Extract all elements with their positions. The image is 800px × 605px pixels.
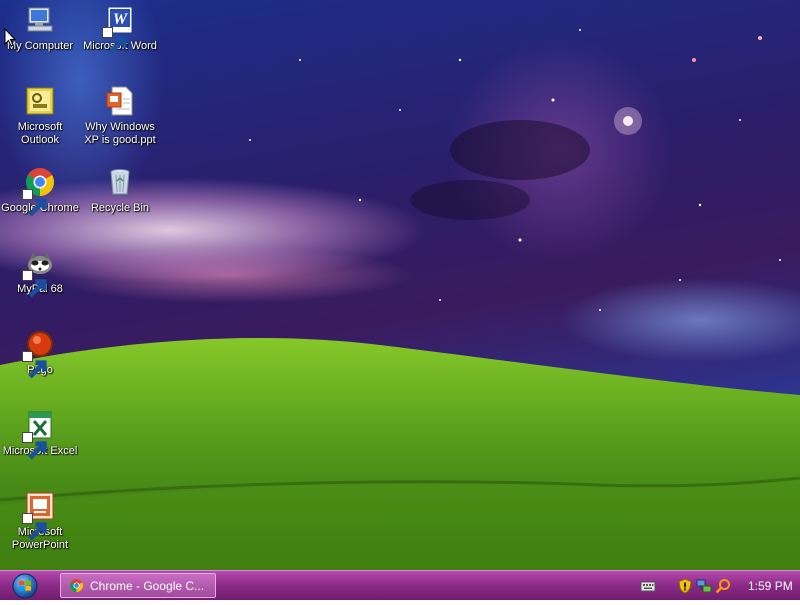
desktop-icon-ppt-file[interactable]: Why Windows XP is good.ppt [80,85,160,147]
desktop-icon-mypal[interactable]: MyPal 68 [0,247,80,298]
ppt-file-icon [104,85,136,117]
windows-orb-icon [12,573,38,599]
start-button[interactable] [6,572,44,600]
shortcut-arrow-icon [22,270,47,298]
my-computer-icon [24,4,56,36]
pego-icon [22,328,56,379]
taskbar-button-chrome[interactable]: Chrome - Google C... [60,573,216,598]
excel-icon [22,409,56,460]
desktop-icon-word[interactable]: W Microsoft Word [80,4,160,55]
taskbar: Chrome - Google C... 1:59 PM [0,570,800,600]
word-icon: W [102,4,136,55]
desktop-icon-pego[interactable]: Pego [0,328,80,379]
desktop-icon-recycle-bin[interactable]: Recycle Bin [80,166,160,215]
powerpoint-icon [22,490,56,541]
desktop-icon-chrome[interactable]: Google Chrome [0,166,80,217]
shortcut-arrow-icon [102,27,127,55]
desktop-icon-label: Recycle Bin [90,202,150,214]
security-shield-icon[interactable] [677,577,693,594]
shortcut-arrow-icon [22,432,47,460]
outlook-icon [24,85,56,117]
mouse-cursor-icon [4,28,16,47]
desktop-icon-label: Microsoft Outlook [17,121,63,146]
desktop-icon-label: Why Windows XP is good.ppt [84,121,156,146]
chrome-icon [69,578,84,593]
keyboard-icon[interactable] [640,578,656,594]
shortcut-arrow-icon [22,351,47,379]
mypal-icon [22,247,56,298]
search-icon[interactable] [715,578,731,594]
desktop-icon-powerpoint[interactable]: Microsoft PowerPoint [0,490,80,552]
clock[interactable]: 1:59 PM [748,579,793,593]
taskbar-button-label: Chrome - Google C... [90,578,205,593]
recycle-bin-icon [104,166,136,198]
system-tray: 1:59 PM [640,573,800,598]
shortcut-arrow-icon [22,189,47,217]
svg-text:W: W [113,11,129,28]
desktop-icon-outlook[interactable]: Microsoft Outlook [0,85,80,147]
network-icon[interactable] [696,578,712,594]
desktop-icon-excel[interactable]: Microsoft Excel [0,409,80,460]
desktop[interactable]: My Computer Microsoft Outlook Google Chr… [0,0,800,570]
chrome-icon [22,166,56,217]
shortcut-arrow-icon [22,513,47,541]
